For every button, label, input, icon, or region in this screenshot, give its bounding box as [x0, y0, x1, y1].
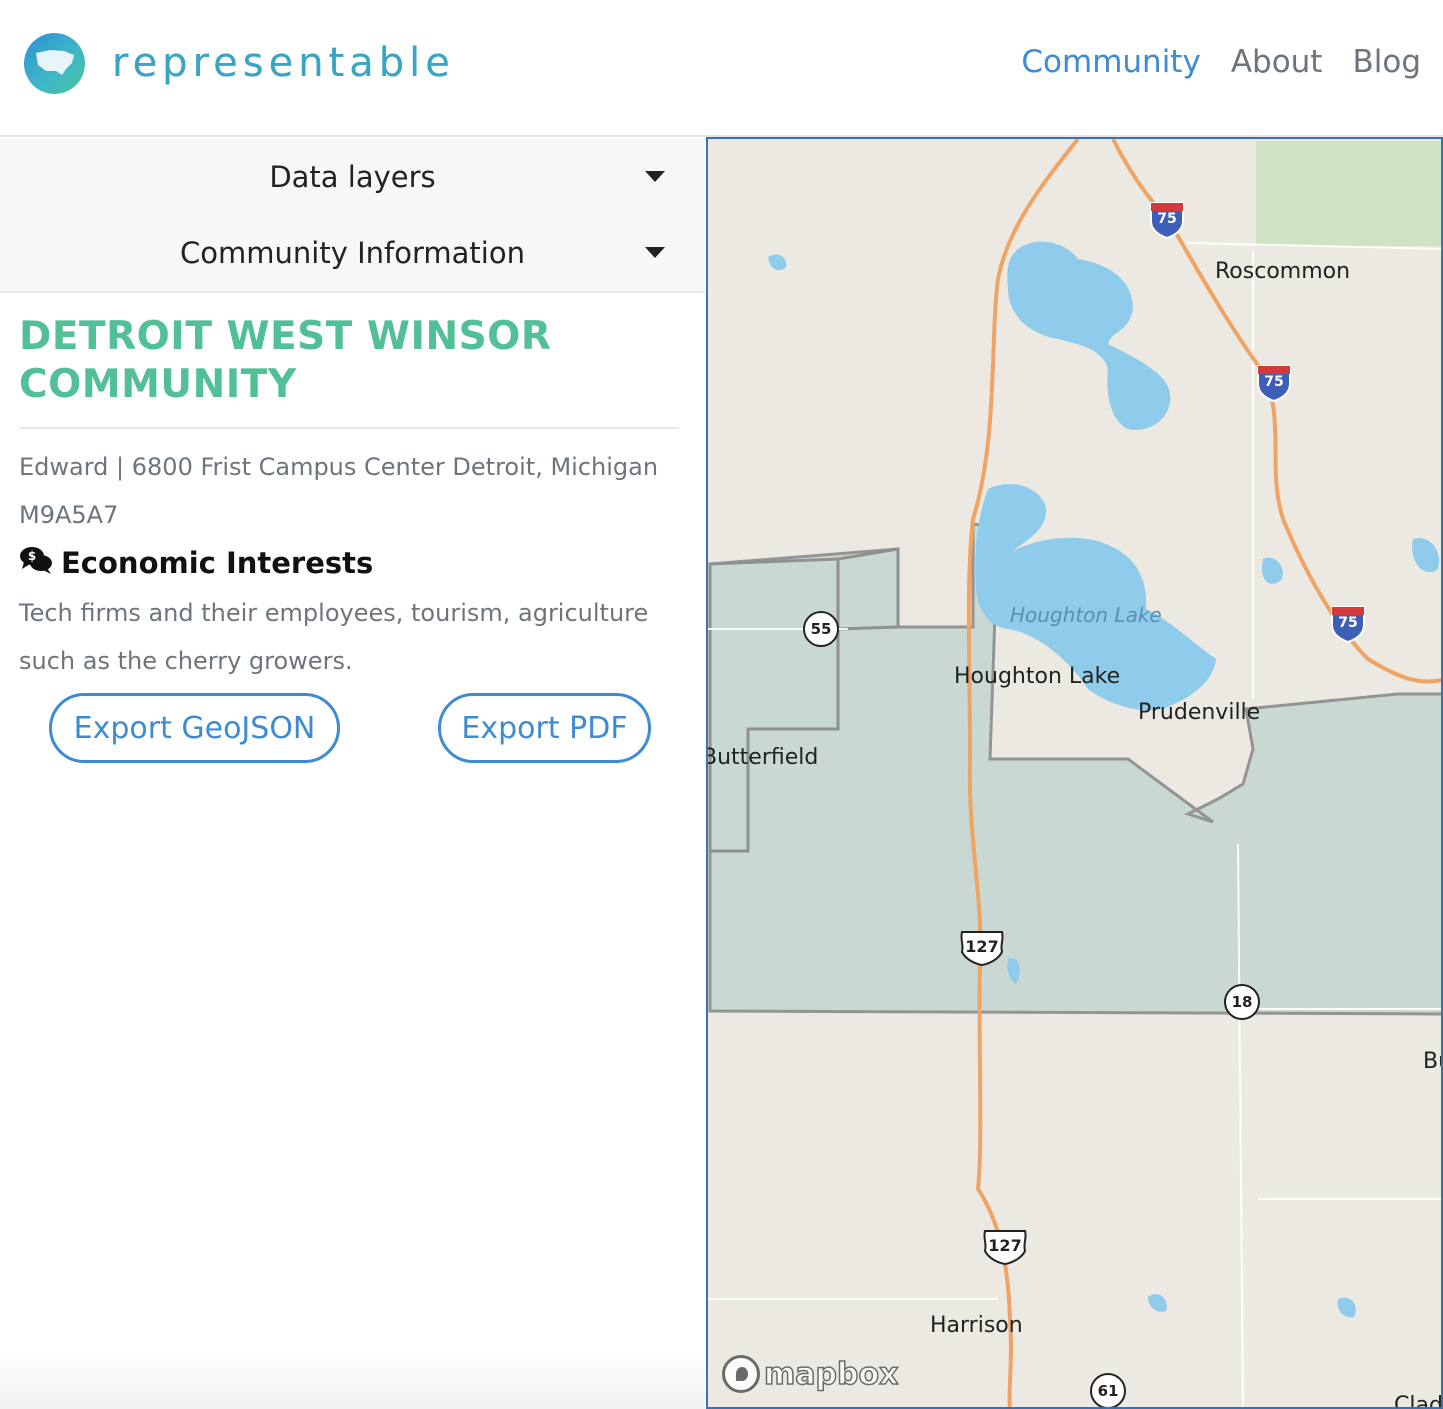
caret-down-icon[interactable]: [645, 171, 665, 182]
place-label-roscommon: Roscommon: [1215, 259, 1351, 284]
community-details: DETROIT WEST WINSOR COMMUNITY Edward | 6…: [19, 313, 679, 685]
place-label-butterfield: Butterfield: [706, 745, 819, 770]
economic-interests-heading: $ Economic Interests: [19, 543, 679, 583]
representable-logo-icon[interactable]: [24, 33, 85, 94]
lake-label-houghton: Houghton Lake: [1010, 603, 1162, 627]
state-route-shield-icon: 18: [1224, 984, 1260, 1020]
accordion-data-layers-label: Data layers: [269, 160, 436, 194]
community-map[interactable]: Roscommon Houghton Lake Prudenville Butt…: [706, 137, 1443, 1409]
community-title: DETROIT WEST WINSOR COMMUNITY: [19, 313, 679, 429]
accordion-data-layers[interactable]: Data layers: [0, 147, 705, 207]
place-label-harrison: Harrison: [930, 1313, 1023, 1338]
interstate-shield-icon: 75: [1148, 201, 1186, 240]
interstate-shield-icon: 75: [1329, 605, 1367, 644]
brand-name[interactable]: representable: [112, 40, 455, 86]
place-label-houghton-lake: Houghton Lake: [954, 664, 1121, 689]
state-route-shield-icon: 55: [803, 611, 839, 647]
mapbox-logo-icon: [722, 1355, 760, 1393]
economic-interests-text: Tech firms and their employees, tourism,…: [19, 599, 649, 675]
caret-down-icon[interactable]: [645, 247, 665, 258]
place-label-clad: Clad: [1394, 1393, 1443, 1409]
export-pdf-button[interactable]: Export PDF: [438, 693, 651, 763]
interstate-shield-icon: 75: [1255, 364, 1293, 403]
place-label-prudenville: Prudenville: [1138, 700, 1261, 725]
comments-dollar-icon: $: [19, 545, 53, 582]
section-title: Economic Interests: [61, 546, 374, 580]
us-route-shield-icon: 127: [981, 1229, 1029, 1266]
main-nav: Community About Blog: [1021, 44, 1421, 80]
state-route-shield-icon: 61: [1090, 1373, 1126, 1407]
sidebar: Data layers Community Information DETROI…: [0, 139, 705, 1409]
sidebar-bottom-fade: [0, 1349, 705, 1409]
nav-link-about[interactable]: About: [1231, 44, 1323, 80]
accordion-community-information-label: Community Information: [180, 236, 525, 270]
accordion-community-information[interactable]: Community Information: [0, 223, 705, 283]
nav-link-blog[interactable]: Blog: [1352, 44, 1421, 80]
export-buttons: Export GeoJSON Export PDF: [49, 693, 651, 763]
top-navbar: representable Community About Blog: [0, 0, 1443, 137]
author-address: Edward | 6800 Frist Campus Center Detroi…: [19, 453, 659, 529]
accordion-panel: Data layers Community Information: [0, 139, 705, 293]
mapbox-wordmark: mapbox: [763, 1356, 899, 1393]
us-route-shield-icon: 127: [958, 930, 1006, 967]
export-geojson-button[interactable]: Export GeoJSON: [49, 693, 340, 763]
svg-text:$: $: [28, 549, 36, 563]
mapbox-attribution[interactable]: mapbox: [722, 1355, 899, 1393]
nav-link-community[interactable]: Community: [1021, 44, 1200, 80]
place-label-bu: Bu: [1423, 1049, 1441, 1074]
map-canvas: [708, 139, 1441, 1407]
